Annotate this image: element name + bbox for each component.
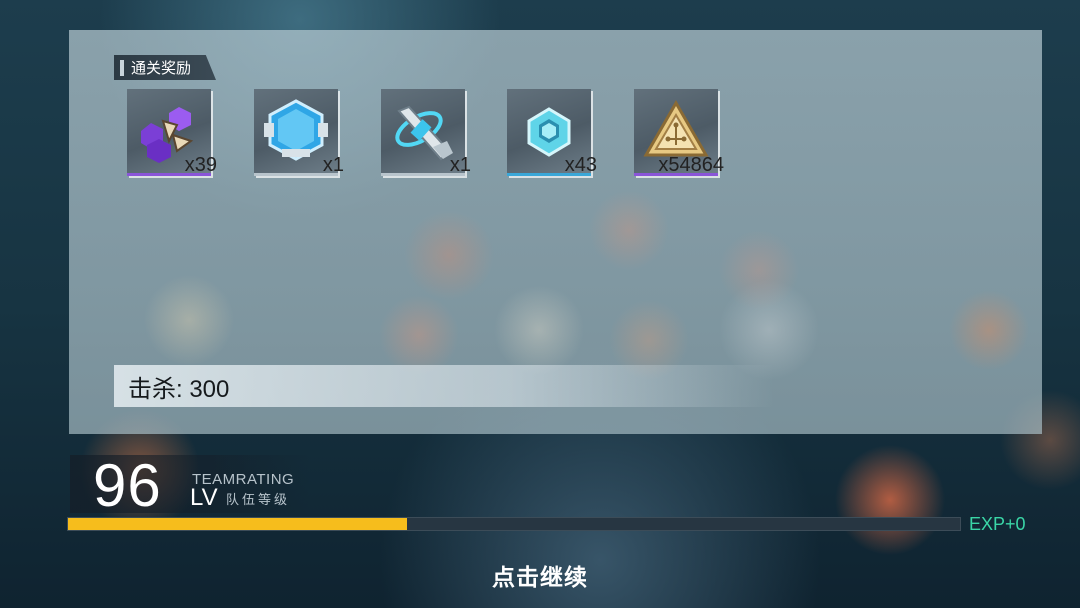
reward-item-cyan-hex-crystal[interactable]: x43 bbox=[507, 89, 597, 176]
item-count: x54864 bbox=[658, 154, 724, 176]
weapon-part-icon bbox=[395, 105, 453, 161]
reward-items: x39 x1 x1 x43 x54864 bbox=[127, 89, 827, 189]
lv-label: LV bbox=[190, 484, 218, 511]
exp-gain-text: EXP+0 bbox=[969, 514, 1026, 534]
item-count: x39 bbox=[184, 154, 217, 176]
header-accent-bar bbox=[120, 59, 124, 76]
team-level-number: 96 bbox=[93, 452, 162, 519]
item-count: x43 bbox=[564, 154, 597, 176]
item-count: x1 bbox=[449, 154, 471, 176]
team-rating-cn-label: 队伍等级 bbox=[226, 492, 291, 507]
kill-count-bar: 击杀: 300 bbox=[114, 365, 774, 407]
rewards-header: 通关奖励 bbox=[114, 55, 216, 80]
item-count: x1 bbox=[322, 154, 344, 176]
reward-item-blue-chip-module[interactable]: x1 bbox=[254, 89, 344, 176]
reward-item-weapon-part[interactable]: x1 bbox=[381, 89, 471, 176]
exp-progress-bar bbox=[67, 517, 961, 531]
reward-item-gold-triangle-coin[interactable]: x54864 bbox=[634, 89, 724, 176]
exp-progress-fill bbox=[68, 518, 407, 530]
kill-count: 击杀: 300 bbox=[128, 375, 230, 403]
blue-chip-module-icon bbox=[264, 99, 328, 161]
reward-item-purple-hex-material[interactable]: x39 bbox=[127, 89, 217, 176]
rewards-title: 通关奖励 bbox=[131, 60, 192, 77]
tap-to-continue[interactable]: 点击继续 bbox=[0, 558, 1080, 592]
rewards-panel: 通关奖励 x39 x1 x1 x43 x54864 击杀: 300 bbox=[69, 30, 1042, 434]
